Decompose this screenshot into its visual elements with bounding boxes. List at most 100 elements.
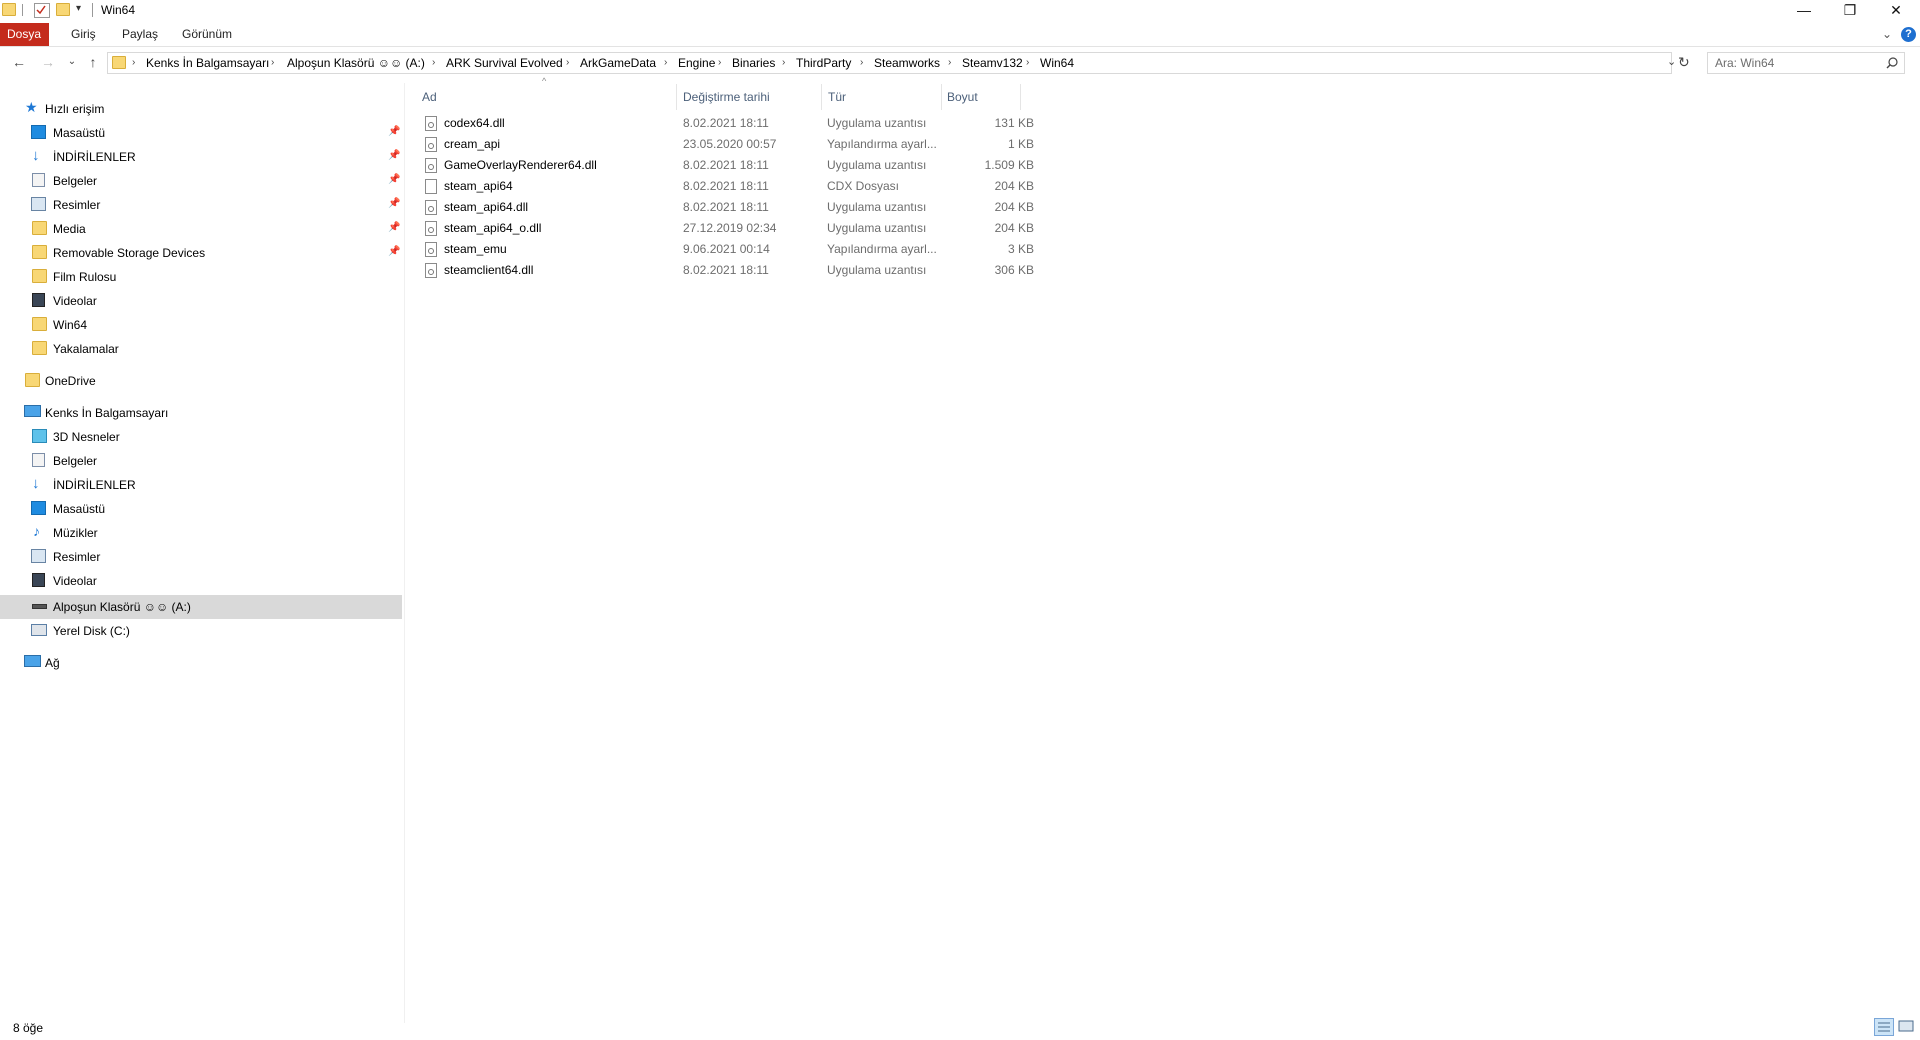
- breadcrumb-steamv132[interactable]: Steamv132: [962, 53, 1023, 73]
- nav-quick-access[interactable]: ★ Hızlı erişim: [0, 97, 402, 121]
- column-divider[interactable]: [821, 84, 822, 110]
- file-row[interactable]: GameOverlayRenderer64.dll 8.02.2021 18:1…: [420, 155, 1034, 176]
- pin-icon[interactable]: 📌: [388, 246, 400, 257]
- address-bar[interactable]: › Kenks İn Balgamsayarı › Alpoşun Klasör…: [107, 52, 1676, 74]
- nav-onedrive[interactable]: OneDrive: [0, 369, 402, 393]
- column-header-size[interactable]: Boyut: [947, 86, 978, 108]
- up-button[interactable]: ↑: [83, 52, 103, 72]
- nav-item-muzikler[interactable]: ♪ Müzikler: [0, 521, 402, 545]
- tab-dosya[interactable]: Dosya: [0, 23, 49, 46]
- nav-item-removable-storage[interactable]: Removable Storage Devices 📌: [0, 241, 402, 265]
- nav-item-3d-nesneler[interactable]: 3D Nesneler: [0, 425, 402, 449]
- nav-item-belgeler[interactable]: Belgeler 📌: [0, 169, 402, 193]
- search-box[interactable]: Ara: Win64: [1707, 52, 1905, 74]
- close-button[interactable]: ✕: [1873, 0, 1919, 22]
- breadcrumb-separator[interactable]: ›: [860, 53, 863, 73]
- pin-icon[interactable]: 📌: [388, 150, 400, 161]
- recent-locations-button[interactable]: ⌄: [62, 52, 82, 72]
- nav-this-pc[interactable]: Kenks İn Balgamsayarı: [0, 401, 402, 425]
- file-row[interactable]: steam_api64_o.dll 27.12.2019 02:34 Uygul…: [420, 218, 1034, 239]
- breadcrumb-separator[interactable]: ›: [948, 53, 951, 73]
- file-name: steam_emu: [444, 242, 507, 256]
- tab-gorunum[interactable]: Görünüm: [172, 23, 242, 46]
- breadcrumb-separator[interactable]: ›: [566, 53, 569, 73]
- nav-label: Hızlı erişim: [45, 102, 105, 116]
- breadcrumb-ark[interactable]: ARK Survival Evolved: [446, 53, 563, 73]
- pin-icon[interactable]: 📌: [388, 174, 400, 185]
- column-divider[interactable]: [1020, 84, 1021, 110]
- file-row[interactable]: steamclient64.dll 8.02.2021 18:11 Uygula…: [420, 260, 1034, 281]
- file-row[interactable]: steam_api64.dll 8.02.2021 18:11 Uygulama…: [420, 197, 1034, 218]
- ribbon-tabs: Dosya Giriş Paylaş Görünüm ⌄ ?: [0, 23, 1920, 47]
- nav-item-indirilenler[interactable]: ↓ İNDİRİLENLER 📌: [0, 145, 402, 169]
- nav-item-film-rulosu[interactable]: Film Rulosu: [0, 265, 402, 289]
- breadcrumb-separator[interactable]: ›: [132, 53, 135, 73]
- file-row[interactable]: codex64.dll 8.02.2021 18:11 Uygulama uza…: [420, 113, 1034, 134]
- back-button[interactable]: ←: [9, 52, 29, 72]
- nav-item-win64[interactable]: Win64: [0, 313, 402, 337]
- breadcrumb-win64[interactable]: Win64: [1040, 53, 1074, 73]
- nav-label: Videolar: [53, 574, 97, 588]
- refresh-icon[interactable]: ↻: [1678, 54, 1690, 71]
- nav-item-media[interactable]: Media 📌: [0, 217, 402, 241]
- breadcrumb-thirdparty[interactable]: ThirdParty: [796, 53, 851, 73]
- folder-icon: [32, 221, 47, 235]
- column-header-name[interactable]: Ad: [422, 86, 437, 108]
- nav-item-drive-a[interactable]: Alpoşun Klasörü ☺☺ (A:): [0, 595, 402, 619]
- navigation-pane: ★ Hızlı erişim Masaüstü 📌 ↓ İNDİRİLENLER…: [0, 83, 402, 1003]
- nav-label: Masaüstü: [53, 502, 106, 516]
- tab-paylas[interactable]: Paylaş: [112, 23, 168, 46]
- nav-item-pc-indirilenler[interactable]: ↓ İNDİRİLENLER: [0, 473, 402, 497]
- expand-ribbon-icon[interactable]: ⌄: [1882, 27, 1892, 41]
- quick-access-dropdown-icon[interactable]: ▾: [76, 3, 81, 14]
- properties-icon[interactable]: [34, 3, 50, 18]
- pin-icon[interactable]: 📌: [388, 198, 400, 209]
- breadcrumb-binaries[interactable]: Binaries: [732, 53, 775, 73]
- breadcrumb-separator[interactable]: ›: [1026, 53, 1029, 73]
- nav-item-pc-masaustu[interactable]: Masaüstü: [0, 497, 402, 521]
- column-header-type[interactable]: Tür: [828, 86, 846, 108]
- column-divider[interactable]: [941, 84, 942, 110]
- star-icon: ★: [25, 99, 38, 115]
- breadcrumb-separator[interactable]: ›: [271, 53, 274, 73]
- nav-item-pc-resimler[interactable]: Resimler: [0, 545, 402, 569]
- nav-item-drive-c[interactable]: Yerel Disk (C:): [0, 619, 402, 643]
- desktop-icon: [31, 125, 46, 139]
- breadcrumb-separator[interactable]: ›: [718, 53, 721, 73]
- breadcrumb-separator[interactable]: ›: [782, 53, 785, 73]
- tab-giris[interactable]: Giriş: [61, 23, 106, 46]
- breadcrumb-arkgamedata[interactable]: ArkGameData: [580, 53, 656, 73]
- column-divider[interactable]: [676, 84, 677, 110]
- nav-item-yakalamalar[interactable]: Yakalamalar: [0, 337, 402, 361]
- folder-icon: [25, 373, 40, 387]
- nav-item-masaustu[interactable]: Masaüstü 📌: [0, 121, 402, 145]
- breadcrumb-separator[interactable]: ›: [664, 53, 667, 73]
- file-row[interactable]: steam_emu 9.06.2021 00:14 Yapılandırma a…: [420, 239, 1034, 260]
- pane-divider[interactable]: [404, 83, 405, 1023]
- address-history-dropdown-icon[interactable]: ⌄: [1667, 55, 1676, 68]
- breadcrumb-engine[interactable]: Engine: [678, 53, 715, 73]
- large-icons-view-button[interactable]: [1897, 1018, 1917, 1036]
- minimize-button[interactable]: —: [1781, 0, 1827, 22]
- nav-item-videolar[interactable]: Videolar: [0, 289, 402, 313]
- pin-icon[interactable]: 📌: [388, 126, 400, 137]
- pin-icon[interactable]: 📌: [388, 222, 400, 233]
- nav-network[interactable]: Ağ: [0, 651, 402, 675]
- restore-button[interactable]: ❐: [1827, 0, 1873, 22]
- column-header-date[interactable]: Değiştirme tarihi: [683, 86, 770, 108]
- help-icon[interactable]: ?: [1901, 27, 1916, 42]
- breadcrumb-separator[interactable]: ›: [432, 53, 435, 73]
- folder-icon: [32, 269, 47, 283]
- details-view-button[interactable]: [1874, 1018, 1894, 1036]
- breadcrumb-this-pc[interactable]: Kenks İn Balgamsayarı: [146, 53, 269, 73]
- file-row[interactable]: steam_api64 8.02.2021 18:11 CDX Dosyası …: [420, 176, 1034, 197]
- search-icon[interactable]: [1886, 57, 1898, 69]
- new-folder-icon[interactable]: [56, 3, 70, 16]
- breadcrumb-steamworks[interactable]: Steamworks: [874, 53, 940, 73]
- nav-item-pc-belgeler[interactable]: Belgeler: [0, 449, 402, 473]
- forward-button[interactable]: →: [38, 52, 58, 72]
- breadcrumb-drive-a[interactable]: Alpoşun Klasörü ☺☺ (A:): [287, 53, 425, 73]
- file-row[interactable]: cream_api 23.05.2020 00:57 Yapılandırma …: [420, 134, 1034, 155]
- nav-item-resimler[interactable]: Resimler 📌: [0, 193, 402, 217]
- nav-item-pc-videolar[interactable]: Videolar: [0, 569, 402, 593]
